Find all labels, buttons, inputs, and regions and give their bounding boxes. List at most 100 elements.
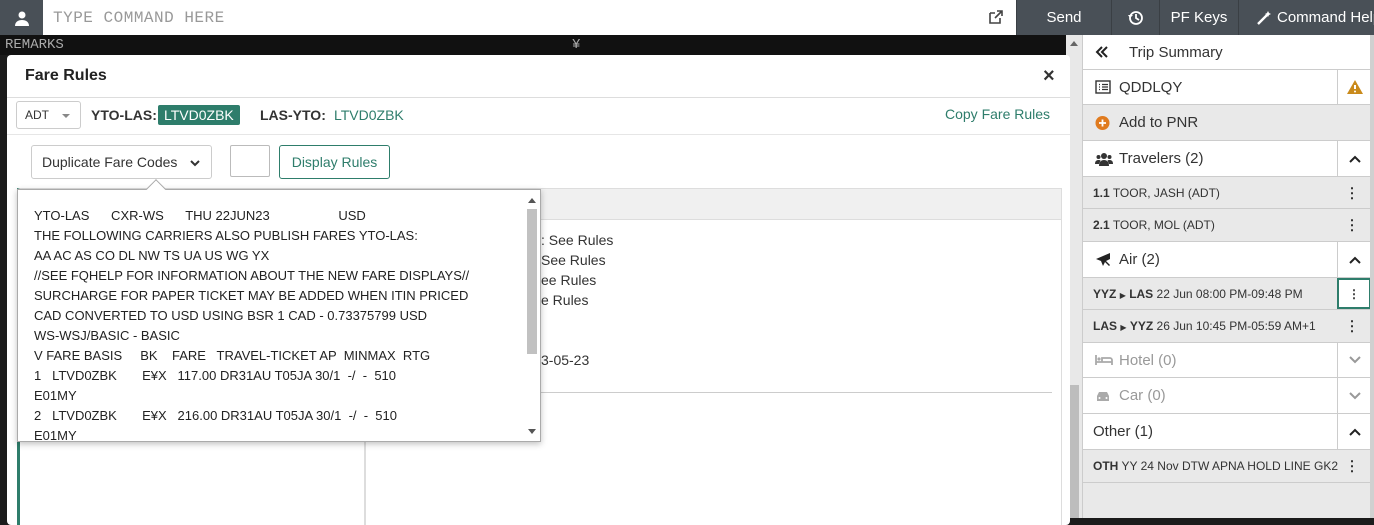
chevron-up-icon bbox=[1348, 428, 1361, 436]
arrow-right-icon: ▶ bbox=[1120, 323, 1127, 332]
command-helper-button[interactable]: Command Helper bbox=[1238, 0, 1374, 35]
traveler-row[interactable]: 2.1 TOOR, MOL (ADT) ⋮ bbox=[1083, 209, 1371, 242]
travelers-header: Travelers (2) bbox=[1119, 150, 1204, 167]
scroll-up-arrow[interactable] bbox=[528, 198, 536, 203]
passenger-type-select[interactable]: ADT bbox=[16, 101, 81, 129]
car-header: Car (0) bbox=[1119, 387, 1166, 404]
fare-display-line: 2 LTVD0ZBK E¥X 216.00 DR31AU T05JA 30/1 … bbox=[34, 408, 397, 423]
other-item-row[interactable]: OTH YY 24 Nov DTW APNA HOLD LINE GK2 ⋮ bbox=[1083, 450, 1371, 483]
kebab-menu-icon[interactable]: ⋮ bbox=[1345, 184, 1359, 201]
hotel-header: Hotel (0) bbox=[1119, 351, 1177, 369]
traveler-number: 2.1 bbox=[1093, 218, 1110, 232]
traveler-number: 1.1 bbox=[1093, 185, 1110, 200]
kebab-menu-icon[interactable]: ⋮ bbox=[1345, 458, 1359, 475]
caret-down-icon bbox=[62, 114, 70, 118]
terminal-text-symbol: ¥ bbox=[572, 37, 581, 53]
fare-display-line: THE FOLLOWING CARRIERS ALSO PUBLISH FARE… bbox=[34, 228, 418, 243]
traveler-row[interactable]: 1.1 TOOR, JASH (ADT) ⋮ bbox=[1083, 177, 1371, 209]
fare-display-line: SURCHARGE FOR PAPER TICKET MAY BE ADDED … bbox=[34, 288, 469, 303]
fare-display-line: CAD CONVERTED TO USD USING BSR 1 CAD - 0… bbox=[34, 308, 428, 323]
list-icon bbox=[1095, 80, 1111, 94]
air-segment-row[interactable]: YYZ ▶ LAS 22 Jun 08:00 PM-09:48 PM ⋮ bbox=[1083, 278, 1371, 310]
other-section-header[interactable]: Other (1) bbox=[1083, 414, 1371, 450]
chevron-up-icon bbox=[1348, 155, 1361, 163]
trip-summary-header[interactable]: Trip Summary bbox=[1083, 35, 1371, 70]
modal-title: Fare Rules bbox=[25, 67, 107, 84]
fare-display-line: E01MY bbox=[34, 428, 77, 442]
trip-summary-title: Trip Summary bbox=[1129, 43, 1223, 61]
bed-icon bbox=[1095, 354, 1113, 366]
expand-button[interactable] bbox=[1337, 343, 1371, 377]
kebab-menu-icon[interactable]: ⋮ bbox=[1345, 217, 1359, 234]
rule-number-input[interactable] bbox=[230, 145, 270, 177]
popout-icon[interactable] bbox=[988, 9, 1004, 30]
display-rules-button[interactable]: Display Rules bbox=[279, 145, 390, 179]
chevron-down-icon bbox=[1348, 391, 1361, 399]
duplicate-fare-codes-dropdown[interactable]: Duplicate Fare Codes bbox=[31, 145, 212, 179]
scroll-thumb[interactable] bbox=[1069, 385, 1079, 518]
close-icon[interactable]: × bbox=[1043, 65, 1055, 88]
command-input[interactable] bbox=[43, 0, 1016, 35]
command-bar: Send PF Keys Command Helper bbox=[0, 0, 1374, 35]
other-header: Other (1) bbox=[1093, 423, 1154, 440]
pnr-locator: QDDLQY bbox=[1119, 78, 1183, 96]
air-segment-row[interactable]: LAS ▶ YYZ 26 Jun 10:45 PM-05:59 AM+1 ⋮ bbox=[1083, 310, 1371, 343]
air-section-header[interactable]: Air (2) bbox=[1083, 242, 1371, 278]
rule-line: : See Rules bbox=[541, 232, 614, 248]
fare-display-line: WS-WSJ/BASIC - BASIC bbox=[34, 328, 180, 343]
scroll-up-arrow[interactable] bbox=[1070, 41, 1078, 46]
fare-display-line: //SEE FQHELP FOR INFORMATION ABOUT THE N… bbox=[34, 268, 470, 283]
users-icon bbox=[1095, 152, 1113, 166]
car-icon bbox=[1095, 390, 1111, 402]
hotel-section-header[interactable]: Hotel (0) bbox=[1083, 343, 1371, 378]
pf-keys-button[interactable]: PF Keys bbox=[1159, 0, 1238, 35]
collapse-button[interactable] bbox=[1337, 242, 1371, 277]
segment-label: LAS-YTO: bbox=[260, 107, 326, 123]
scroll-thumb[interactable] bbox=[527, 209, 537, 354]
collapse-button[interactable] bbox=[1337, 141, 1371, 176]
segment-destination: LAS bbox=[1129, 286, 1154, 301]
kebab-menu-icon[interactable]: ⋮ bbox=[1345, 318, 1359, 335]
add-to-pnr-button[interactable]: Add to PNR bbox=[1083, 105, 1371, 141]
fare-display-line: E01MY bbox=[34, 388, 77, 403]
add-to-pnr-label: Add to PNR bbox=[1119, 114, 1199, 131]
fare-basis-tab-active[interactable]: LTVD0ZBK bbox=[158, 105, 240, 125]
air-header: Air (2) bbox=[1119, 251, 1160, 268]
travelers-section-header[interactable]: Travelers (2) bbox=[1083, 141, 1371, 177]
collapse-button[interactable] bbox=[1337, 414, 1371, 449]
copy-fare-rules-link[interactable]: Copy Fare Rules bbox=[945, 106, 1050, 122]
fare-basis-tab[interactable]: LTVD0ZBK bbox=[334, 107, 404, 123]
rule-line: 3-05-23 bbox=[541, 352, 590, 368]
traveler-name: TOOR, MOL (ADT) bbox=[1112, 218, 1215, 232]
expand-button[interactable] bbox=[1337, 378, 1371, 413]
segment-detail: 26 Jun 10:45 PM-05:59 AM+1 bbox=[1156, 319, 1316, 333]
segment-destination: YYZ bbox=[1129, 319, 1154, 333]
user-icon bbox=[14, 11, 29, 26]
other-item-code: OTH bbox=[1093, 459, 1119, 473]
add-circle-icon bbox=[1095, 115, 1110, 130]
send-button[interactable]: Send bbox=[1016, 0, 1111, 35]
divider bbox=[7, 97, 1070, 98]
warning-button[interactable] bbox=[1337, 70, 1371, 104]
pnr-row[interactable]: QDDLQY bbox=[1083, 70, 1371, 105]
rule-line: ee Rules bbox=[541, 272, 597, 288]
history-button[interactable] bbox=[1111, 0, 1159, 35]
terminal-text: REMARKS bbox=[5, 37, 64, 53]
arrow-right-icon: ▶ bbox=[1119, 290, 1126, 300]
scroll-down-arrow[interactable] bbox=[528, 429, 536, 434]
segment-detail: 22 Jun 08:00 PM-09:48 PM bbox=[1156, 286, 1303, 301]
magic-wand-icon bbox=[1257, 10, 1271, 25]
segment-origin: YYZ bbox=[1093, 286, 1117, 301]
popover-scrollbar[interactable] bbox=[525, 194, 539, 440]
terminal-output: REMARKS ¥ bbox=[0, 35, 1066, 55]
car-section-header[interactable]: Car (0) bbox=[1083, 378, 1371, 414]
fare-display-line: AA AC AS CO DL NW TS UA US WG YX bbox=[34, 248, 270, 263]
user-button[interactable] bbox=[0, 0, 43, 35]
chevron-down-icon bbox=[190, 160, 200, 167]
fare-display-line: YTO-LAS CXR-WS THU 22JUN23 USD bbox=[34, 208, 366, 223]
rule-line: See Rules bbox=[541, 252, 606, 268]
double-chevron-left-icon[interactable] bbox=[1095, 46, 1109, 58]
kebab-menu-icon[interactable]: ⋮ bbox=[1337, 278, 1371, 309]
chevron-down-icon bbox=[1348, 356, 1361, 364]
warning-icon bbox=[1346, 80, 1363, 94]
